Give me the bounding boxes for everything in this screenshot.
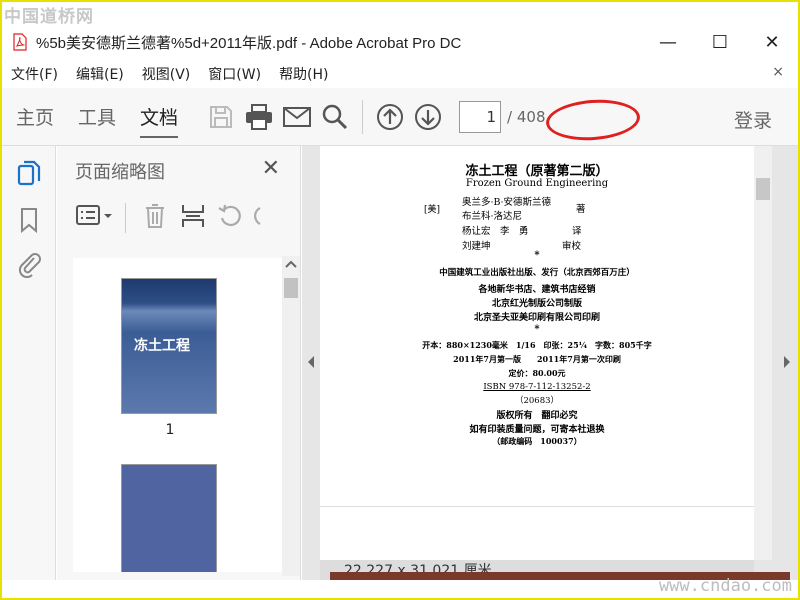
translators: 杨让宏 李 勇 [462, 226, 529, 237]
menu-bar: 文件(F) 编辑(E) 视图(V) 窗口(W) 帮助(H) × [2, 60, 798, 88]
document-viewport: 冻土工程（原著第二版） Frozen Ground Engineering [美… [302, 146, 798, 580]
thumbnail-page-number: 1 [165, 422, 175, 438]
print-icon[interactable] [240, 98, 278, 136]
expand-right-panel-arrow-icon[interactable] [782, 354, 792, 370]
separator-star-1: * [534, 250, 540, 261]
login-button[interactable]: 登录 [734, 106, 772, 133]
pdf-page: 冻土工程（原著第二版） Frozen Ground Engineering [美… [320, 146, 754, 560]
price-line: 定价：80.00元 [508, 368, 566, 378]
postcode-line: （邮政编码 100037） [492, 436, 582, 446]
author-role: 著 [576, 204, 586, 215]
page-number-input[interactable]: 1 [459, 100, 502, 133]
author-2: 布兰科·洛达尼 [462, 211, 523, 222]
menu-help[interactable]: 帮助(H) [279, 64, 328, 84]
document-scroll-thumb[interactable] [756, 178, 770, 200]
author-1: 奥兰多·B·安德斯兰德 [462, 197, 552, 208]
panel-title: 页面缩略图 [75, 162, 165, 183]
sellers-line: 各地新华书店、建筑书店经销 [478, 285, 596, 295]
title-bar: %5b美安德斯兰德著%5d+2011年版.pdf - Adobe Acrobat… [2, 24, 798, 60]
page-thumbnail-1[interactable]: 冻土工程 [121, 278, 217, 414]
search-icon[interactable] [316, 98, 354, 136]
watermark-logo: 中国道桥网 [4, 7, 94, 27]
code-line: （20683） [514, 396, 560, 406]
save-icon[interactable] [202, 98, 240, 136]
extract-pages-icon[interactable] [180, 202, 206, 234]
page-thumbnails-icon[interactable] [16, 160, 42, 188]
tab-tools[interactable]: 工具 [78, 88, 116, 146]
menu-edit[interactable]: 编辑(E) [76, 64, 124, 84]
printer-line: 北京圣夫亚美印刷有限公司印刷 [473, 313, 600, 323]
main-toolbar: 主页 工具 文档 1 / 408 登录 [2, 88, 798, 146]
menu-view[interactable]: 视图(V) [142, 64, 191, 84]
collapse-panel-arrow-icon[interactable] [306, 354, 316, 370]
isbn-line: ISBN 978-7-112-13252-2 [483, 382, 591, 392]
options-menu-icon[interactable] [75, 203, 115, 233]
menu-window[interactable]: 窗口(W) [208, 64, 261, 84]
acrobat-pdf-icon [12, 33, 28, 51]
tab-document[interactable]: 文档 [140, 88, 179, 146]
delete-icon[interactable] [142, 202, 168, 234]
tab-home[interactable]: 主页 [16, 88, 54, 146]
document-scrollbar[interactable] [754, 146, 772, 560]
spec-line: 开本：880×1230毫米 1/16 印张：25¼ 字数：805千字 [422, 340, 652, 350]
book-subtitle: Frozen Ground Engineering [465, 178, 609, 189]
thumbnails-list: 冻土工程 1 [73, 258, 283, 572]
next-page-icon[interactable] [409, 98, 447, 136]
attachments-icon[interactable] [16, 250, 42, 279]
thumbnail-scroll-thumb[interactable] [284, 278, 298, 298]
navigation-rail [2, 146, 56, 580]
menu-close-button[interactable]: × [772, 64, 784, 80]
thumbnail-panel: 页面缩略图 ✕ 冻土工程 1 [57, 146, 301, 580]
separator-star-2: * [534, 324, 540, 335]
book-title: 冻土工程（原著第二版） [465, 164, 609, 179]
edition-line: 2011年7月第一版 2011年7月第一次印刷 [453, 354, 621, 364]
panel-divider [125, 203, 126, 233]
thumbnail-cover-title: 冻土工程 [134, 338, 190, 354]
typeset-line: 北京红光制版公司制版 [491, 299, 582, 309]
bookmarks-icon[interactable] [16, 206, 42, 234]
translator-role: 译 [572, 226, 582, 237]
window-title: %5b美安德斯兰德著%5d+2011年版.pdf - Adobe Acrobat… [36, 34, 462, 52]
scroll-up-arrow-icon[interactable] [282, 256, 300, 272]
panel-close-button[interactable]: ✕ [262, 156, 280, 181]
notice-line: 如有印装质量问题，可寄本社退换 [469, 425, 605, 435]
rotate-right-icon[interactable] [248, 202, 262, 234]
maximize-button[interactable]: ☐ [694, 24, 746, 60]
email-icon[interactable] [278, 98, 316, 136]
page-thumbnail-2[interactable] [121, 464, 217, 572]
author-country: [美] [424, 205, 441, 215]
thumbnail-scrollbar[interactable] [282, 256, 300, 576]
minimize-button[interactable]: — [642, 24, 694, 60]
close-window-button[interactable]: ✕ [746, 24, 798, 60]
publisher-line: 中国建筑工业出版社出版、发行（北京西郊百万庄） [439, 268, 635, 278]
toolbar-divider [362, 99, 364, 134]
page-total: / 408 [507, 107, 546, 126]
menu-file[interactable]: 文件(F) [11, 64, 58, 84]
watermark-url: www.cndao.com [658, 576, 792, 596]
previous-page-icon[interactable] [371, 98, 409, 136]
rights-line: 版权所有 翻印必究 [496, 411, 578, 421]
panel-toolbar [75, 202, 262, 234]
rotate-left-icon[interactable] [216, 202, 244, 234]
page-divider [320, 506, 754, 507]
